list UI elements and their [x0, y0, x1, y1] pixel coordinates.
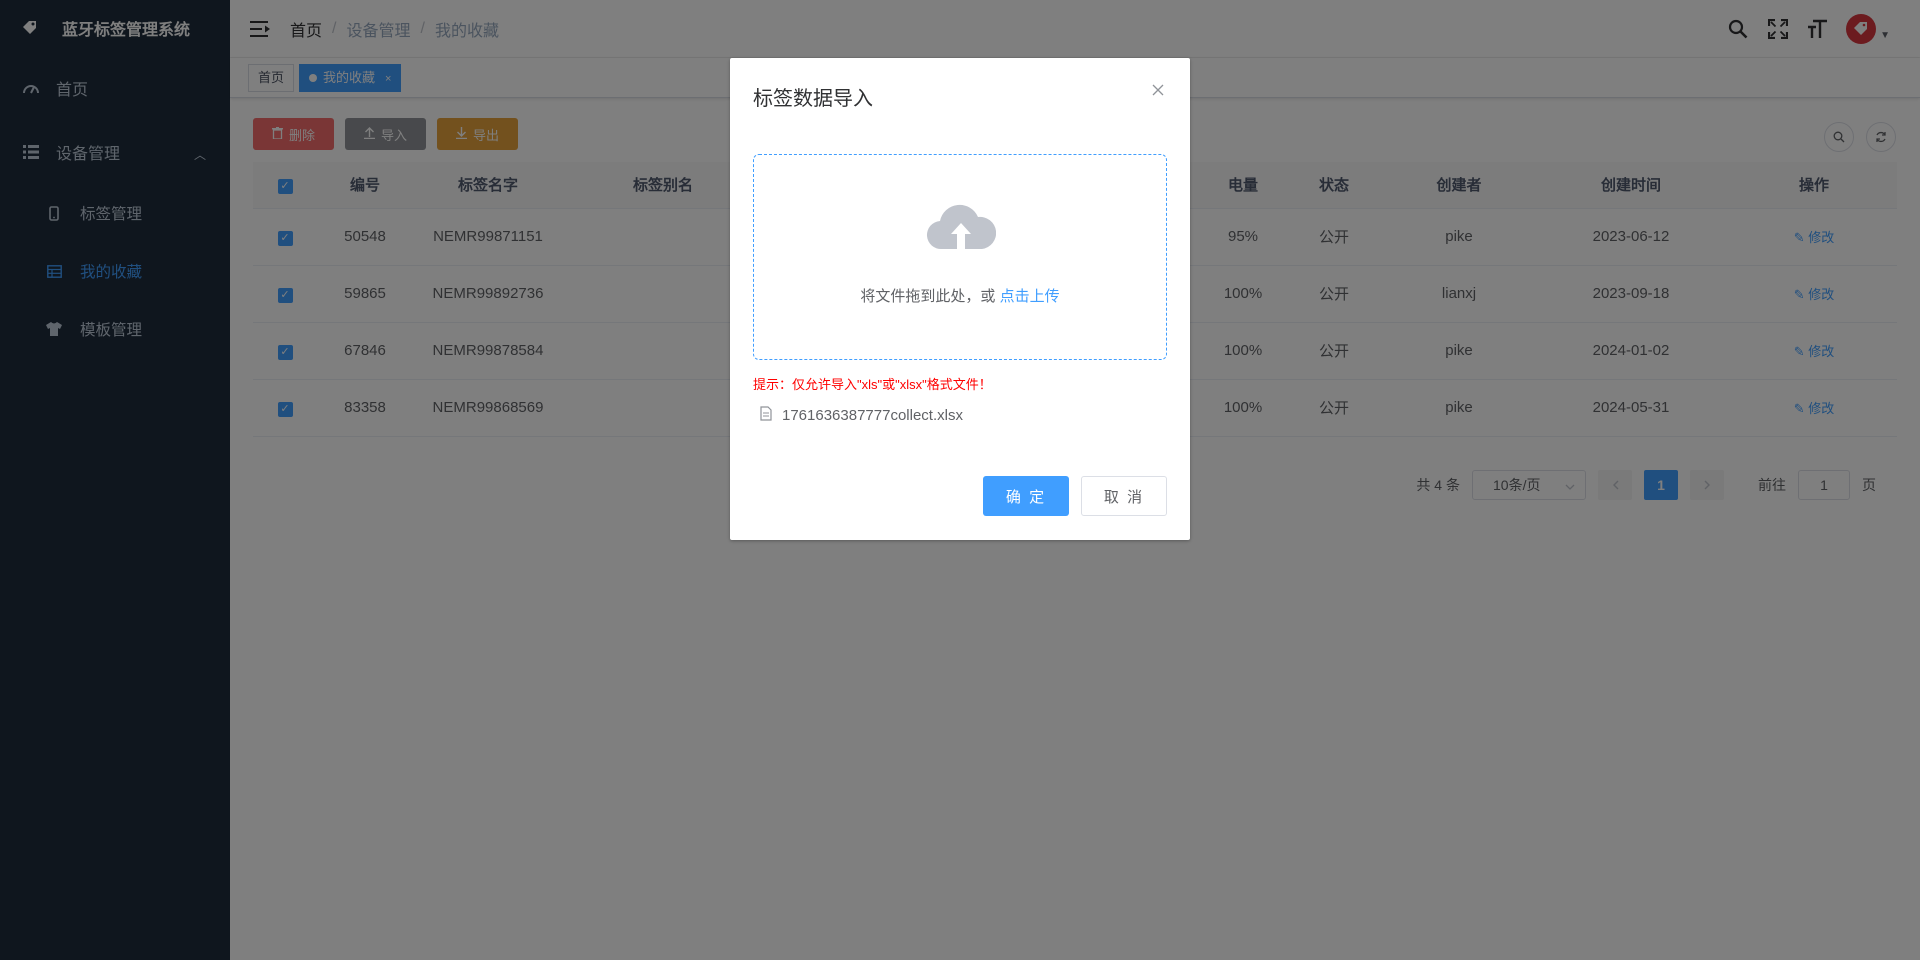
- close-icon[interactable]: [1152, 80, 1164, 101]
- file-name: 1761636387777collect.xlsx: [782, 407, 963, 424]
- dialog-footer: 确 定 取 消: [983, 476, 1167, 516]
- confirm-button[interactable]: 确 定: [983, 476, 1069, 516]
- document-icon: [760, 406, 772, 425]
- uploaded-file-item[interactable]: 1761636387777collect.xlsx: [760, 406, 963, 425]
- cloud-upload-icon: [926, 204, 996, 251]
- click-upload-link[interactable]: 点击上传: [1000, 288, 1060, 305]
- drop-hint: 将文件拖到此处，或: [860, 288, 996, 305]
- format-tip: 提示：仅允许导入"xls"或"xlsx"格式文件！: [753, 377, 992, 392]
- upload-dropzone[interactable]: 将文件拖到此处，或 点击上传: [753, 154, 1167, 360]
- upload-text: 将文件拖到此处，或 点击上传: [754, 285, 1166, 306]
- cancel-button[interactable]: 取 消: [1081, 476, 1167, 516]
- dialog-title: 标签数据导入: [753, 88, 873, 110]
- import-dialog: 标签数据导入 将文件拖到此处，或 点击上传 提示：仅允许导入"xls"或"xls…: [730, 58, 1190, 540]
